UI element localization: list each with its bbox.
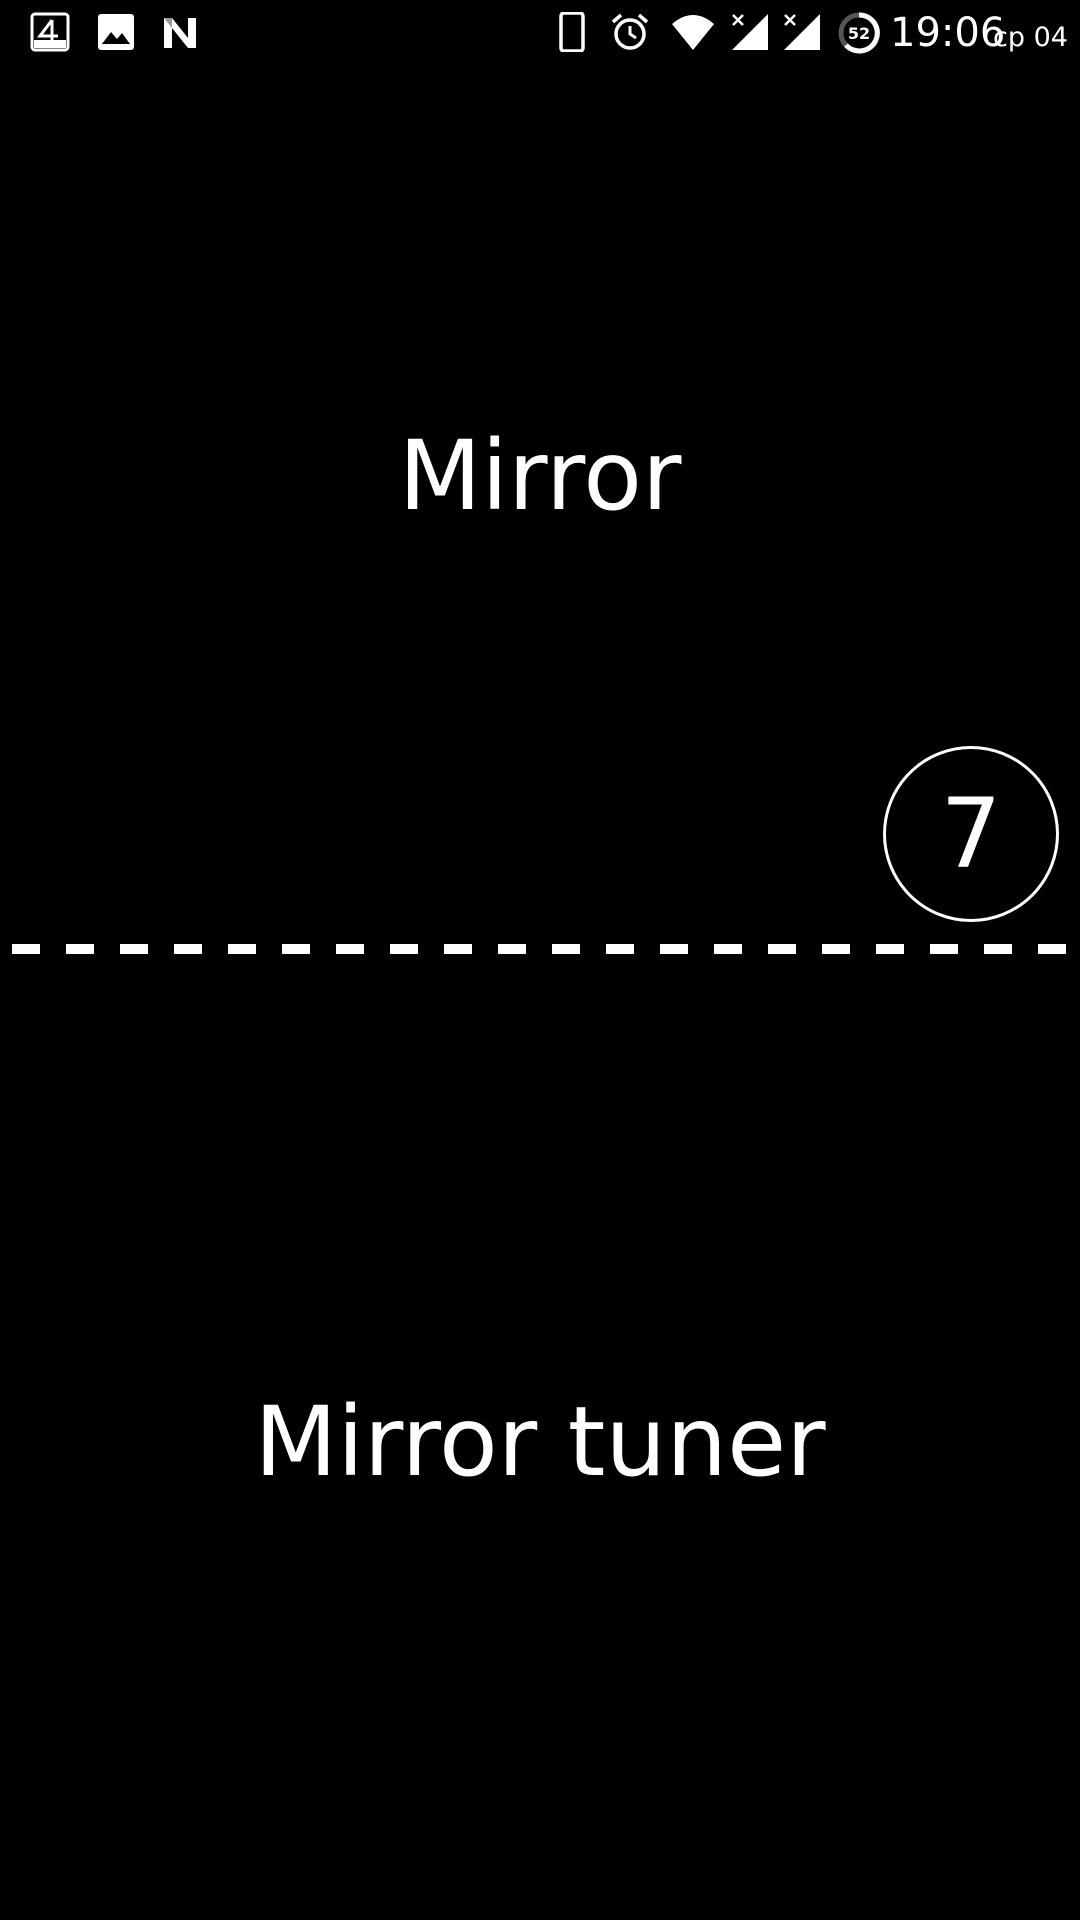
battery-icon: 52	[838, 12, 880, 54]
dashed-divider[interactable]	[12, 944, 1068, 954]
wifi-icon	[670, 12, 716, 52]
phone-icon	[552, 12, 592, 52]
mirror-title[interactable]: Mirror	[0, 420, 1080, 532]
status-bar: 52 19:06 ср 04	[0, 0, 1080, 66]
n-logo-icon	[160, 12, 200, 52]
signal-2-icon	[782, 12, 822, 52]
countdown-timer[interactable]: 7	[883, 746, 1059, 922]
alarm-icon	[610, 12, 650, 52]
gallery-icon	[96, 12, 136, 52]
mirror-tuner-title[interactable]: Mirror tuner	[0, 1386, 1080, 1498]
status-date: ср 04	[993, 22, 1068, 53]
notification-4-icon	[30, 12, 70, 52]
countdown-value: 7	[940, 778, 1002, 890]
battery-level: 52	[848, 24, 870, 43]
status-time: 19:06	[890, 10, 1006, 56]
signal-1-icon	[730, 12, 770, 52]
